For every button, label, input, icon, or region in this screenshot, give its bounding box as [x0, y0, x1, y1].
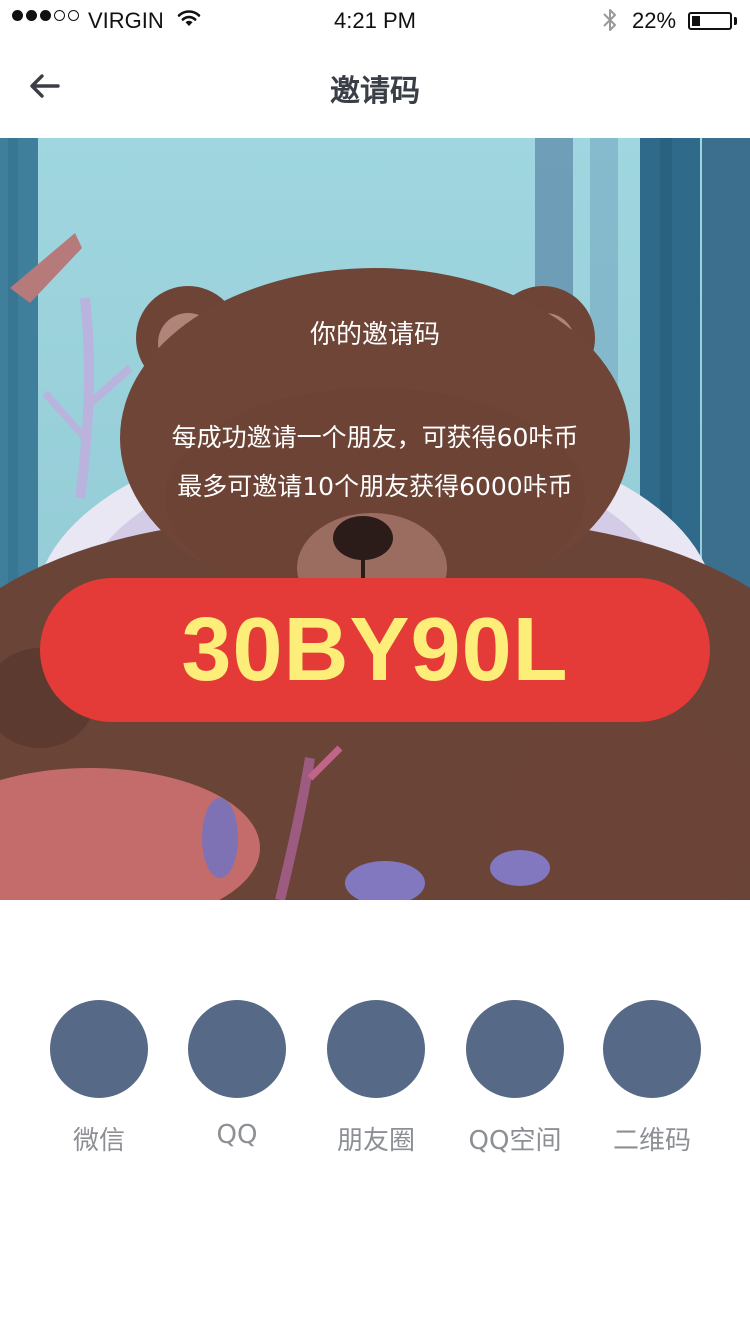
share-qzone[interactable]: QQ空间: [455, 1000, 575, 1157]
qzone-icon[interactable]: [466, 1000, 564, 1098]
invite-code-pill[interactable]: 30BY90L: [40, 578, 710, 722]
share-qrcode[interactable]: 二维码: [592, 1000, 712, 1157]
nav-bar: 邀请码: [0, 40, 750, 136]
invite-limit-text: 最多可邀请10个朋友获得6000咔币: [177, 472, 573, 501]
share-qq[interactable]: QQ: [177, 1000, 297, 1150]
battery-icon: [688, 12, 732, 30]
share-label: 微信: [72, 1126, 125, 1156]
qq-icon[interactable]: [188, 1000, 286, 1098]
invite-banner: 你的邀请码 每成功邀请一个朋友，可获得60咔币 最多可邀请10个朋友获得6000…: [0, 138, 750, 900]
share-moments[interactable]: 朋友圈: [316, 1000, 436, 1157]
share-label: QQ: [216, 1120, 258, 1150]
invite-label: 你的邀请码: [309, 320, 440, 350]
page-title: 邀请码: [330, 74, 420, 109]
bluetooth-icon: [600, 7, 620, 39]
battery-percent: 22%: [632, 8, 677, 33]
share-wechat[interactable]: 微信: [39, 1000, 159, 1157]
share-label: 二维码: [612, 1126, 691, 1156]
moments-icon[interactable]: [327, 1000, 425, 1098]
share-label: QQ空间: [468, 1126, 562, 1156]
status-bar: VIRGIN 4:21 PM 22%: [0, 0, 750, 40]
bear-illustration: [0, 138, 750, 900]
wechat-icon[interactable]: [50, 1000, 148, 1098]
battery-level-fill: [692, 16, 700, 26]
battery-tip: [734, 17, 737, 25]
share-label: 朋友圈: [336, 1126, 415, 1156]
invite-code[interactable]: 30BY90L: [181, 599, 568, 702]
qrcode-icon[interactable]: [603, 1000, 701, 1098]
invite-reward-text: 每成功邀请一个朋友，可获得60咔币: [171, 423, 579, 452]
